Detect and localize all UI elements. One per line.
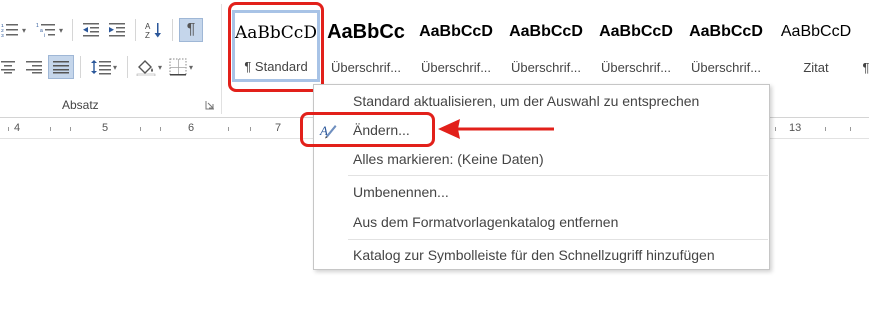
separator — [72, 19, 73, 41]
style-name: Überschrif... — [510, 60, 582, 75]
svg-text:i: i — [44, 33, 45, 39]
menu-item-add-gallery-to-qat[interactable]: Katalog zur Symbolleiste für den Schnell… — [314, 241, 769, 269]
menu-item-update-standard[interactable]: Standard aktualisieren, um der Auswahl z… — [314, 87, 769, 115]
ruler-tick — [250, 127, 251, 131]
svg-text:A: A — [145, 22, 151, 31]
ruler-number: 13 — [789, 122, 802, 134]
numbering-button[interactable]: 1 2 3 ▾ — [0, 18, 26, 42]
style-name: Überschrif... — [420, 60, 492, 75]
style-heading-1[interactable]: AaBbCc Überschrif... — [322, 12, 410, 82]
style-heading-4[interactable]: AaBbCcD Überschrif... — [592, 12, 680, 82]
borders-button[interactable]: ▾ — [166, 55, 196, 79]
align-center-icon — [1, 61, 15, 74]
ruler-tick — [70, 127, 71, 131]
chevron-down-icon: ▾ — [112, 62, 117, 72]
chevron-down-icon: ▾ — [188, 62, 193, 72]
style-sample — [856, 12, 869, 52]
menu-separator — [348, 175, 768, 176]
paragraph-row-2: ▾ ▾ ▾ — [0, 53, 196, 81]
show-formatting-marks-button[interactable]: ¶ — [179, 18, 203, 42]
align-right-icon — [26, 61, 42, 74]
menu-item-label: Katalog zur Symbolleiste für den Schnell… — [353, 247, 715, 263]
ruler-tick — [160, 127, 161, 131]
menu-item-label: Standard aktualisieren, um der Auswahl z… — [353, 93, 700, 109]
style-name: Überschrif... — [690, 60, 762, 75]
svg-text:Z: Z — [145, 31, 150, 39]
decrease-indent-button[interactable] — [79, 18, 103, 42]
style-name: Überschrif... — [330, 60, 402, 75]
ruler-number: 6 — [188, 122, 195, 134]
decrease-indent-icon — [83, 23, 99, 37]
borders-icon — [169, 58, 187, 76]
chevron-down-icon: ▾ — [58, 25, 63, 35]
pilcrow-icon: ¶ — [186, 21, 196, 38]
svg-text:3: 3 — [1, 33, 4, 39]
separator — [135, 19, 136, 41]
ruler-tick — [140, 127, 141, 131]
ruler-number: 5 — [102, 122, 109, 134]
menu-item-label: Aus dem Formatvorlagenkatalog entfernen — [353, 214, 619, 230]
style-heading-3[interactable]: AaBbCcD Überschrif... — [502, 12, 590, 82]
ruler-tick — [825, 127, 826, 131]
separator — [172, 19, 173, 41]
ruler-tick — [8, 127, 9, 131]
justify-button[interactable] — [48, 55, 74, 79]
line-spacing-icon — [90, 60, 111, 75]
style-name: Zitat — [803, 60, 829, 75]
ruler-tick — [775, 127, 776, 131]
line-spacing-button[interactable]: ▾ — [87, 55, 121, 79]
sort-button[interactable]: A Z — [142, 18, 166, 42]
chevron-down-icon: ▾ — [21, 25, 26, 35]
justify-icon — [53, 61, 69, 74]
style-sample: AaBbCcD — [509, 23, 583, 40]
paint-bucket-icon — [136, 60, 156, 76]
ruler-number: 7 — [275, 122, 282, 134]
separator — [80, 56, 81, 78]
separator — [127, 56, 128, 78]
paragraph-group-label: Absatz — [62, 98, 99, 112]
numbering-icon: 1 2 3 — [1, 23, 18, 39]
style-sample: AaBbCcD — [599, 23, 673, 40]
style-sample: AaBbCc — [327, 20, 405, 43]
style-heading-2[interactable]: AaBbCcD Überschrif... — [412, 12, 500, 82]
ruler-tick — [850, 127, 851, 131]
style-sample: AaBbCcD — [780, 23, 852, 40]
style-sample: AaBbCcD — [689, 23, 763, 40]
highlight-box-standard-style — [228, 2, 324, 92]
svg-text:1: 1 — [36, 23, 39, 29]
align-center-button[interactable] — [0, 55, 16, 79]
style-quote[interactable]: AaBbCcD Zitat — [772, 12, 860, 82]
ruler-number: 4 — [14, 122, 21, 134]
paragraph-row-1: 1 2 3 ▾ 1 a i ▾ A Z ¶ — [0, 16, 203, 44]
style-name: Überschrif... — [600, 60, 672, 75]
dialog-launcher-icon[interactable] — [205, 100, 215, 110]
group-separator — [221, 4, 222, 114]
align-right-button[interactable] — [22, 55, 46, 79]
style-name: ¶ — [862, 60, 869, 75]
menu-item-label: Umbenennen... — [353, 184, 449, 200]
menu-item-label: Alles markieren: (Keine Daten) — [353, 151, 544, 167]
multilevel-list-icon: 1 a i — [36, 23, 55, 39]
ruler-tick — [50, 127, 51, 131]
shading-button[interactable]: ▾ — [134, 55, 164, 79]
increase-indent-button[interactable] — [105, 18, 129, 42]
pointer-arrow-icon — [438, 119, 554, 139]
menu-item-select-all[interactable]: Alles markieren: (Keine Daten) — [314, 145, 769, 173]
chevron-down-icon: ▾ — [157, 62, 162, 72]
ruler-tick — [228, 127, 229, 131]
style-more[interactable]: ¶ — [856, 12, 869, 82]
style-heading-5[interactable]: AaBbCcD Überschrif... — [682, 12, 770, 82]
menu-item-rename[interactable]: Umbenennen... — [314, 178, 769, 206]
multilevel-list-button[interactable]: 1 a i ▾ — [32, 18, 66, 42]
highlight-box-modify — [300, 112, 435, 147]
menu-separator — [348, 239, 768, 240]
increase-indent-icon — [109, 23, 125, 37]
menu-item-remove-from-gallery[interactable]: Aus dem Formatvorlagenkatalog entfernen — [314, 208, 769, 236]
svg-text:a: a — [40, 28, 43, 34]
sort-icon: A Z — [145, 22, 161, 39]
style-sample: AaBbCcD — [419, 23, 493, 40]
